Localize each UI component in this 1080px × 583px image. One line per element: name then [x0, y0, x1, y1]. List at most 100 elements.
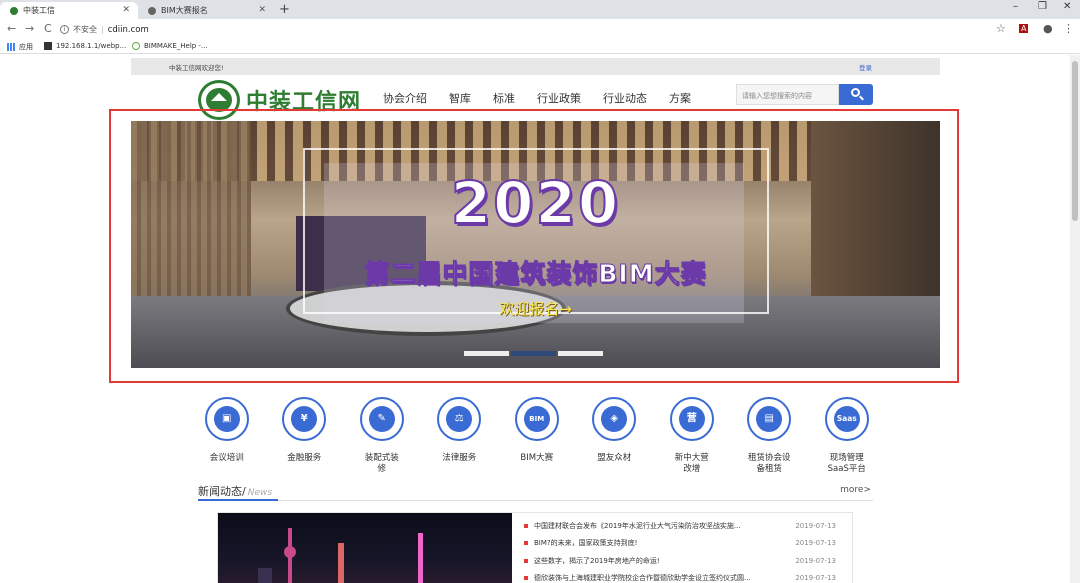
- news-item[interactable]: 这些数字，揭示了2019年房地产的命运! 2019-07-13: [524, 552, 844, 570]
- forward-button[interactable]: →: [25, 22, 34, 35]
- banner-signup-link[interactable]: 欢迎报名→: [131, 298, 940, 319]
- bim-icon: BIM: [523, 406, 550, 432]
- url-text: cdiin.com: [107, 24, 149, 35]
- info-icon[interactable]: i: [60, 25, 69, 34]
- bookmark-bimmake[interactable]: BIMMAKE_Help -...: [132, 42, 208, 50]
- service-meeting-training[interactable]: ▣ 会议培训: [188, 397, 266, 475]
- search-button[interactable]: [839, 84, 873, 105]
- service-label: 会议培训: [209, 453, 244, 463]
- news-item[interactable]: 中国建材联合会发布《2019年水泥行业大气污染防治攻坚战实施... 2019-0…: [524, 517, 844, 535]
- news-panel: 中国建材联合会发布《2019年水泥行业大气污染防治攻坚战实施... 2019-0…: [217, 512, 853, 583]
- news-title: 德欣装饰与上海城建职业学院校企合作暨德欣助学金设立签约仪式圆...: [534, 574, 751, 583]
- close-tab-icon[interactable]: ✕: [258, 5, 266, 15]
- news-title: BIM?的未来，国家政策支持到底!: [534, 539, 638, 548]
- scrollbar-thumb[interactable]: [1072, 61, 1078, 221]
- service-vat-reform[interactable]: 营 新中大营改增: [653, 397, 731, 475]
- service-label: 租赁协会设备租赁: [747, 453, 791, 474]
- rental-icon: ▤: [756, 406, 783, 432]
- hero-banner[interactable]: 2020 第二届中国建筑装饰BIM大赛 欢迎报名→: [131, 121, 940, 368]
- bookmark-label: 192.168.1.1/webp...: [56, 42, 127, 50]
- main-nav: 协会介绍 智库 标准 行业政策 行业动态 方案: [383, 90, 713, 106]
- new-tab-button[interactable]: +: [279, 2, 290, 17]
- hammer-icon: ✎: [368, 406, 395, 432]
- carousel-indicators: [464, 351, 605, 356]
- service-label: 盟友众材: [597, 453, 632, 463]
- news-title: 这些数字，揭示了2019年房地产的命运!: [534, 556, 660, 565]
- security-label: 不安全: [73, 25, 97, 34]
- nav-item-think-tank[interactable]: 智库: [449, 90, 471, 106]
- bullet-icon: [524, 558, 528, 563]
- news-city-image[interactable]: [218, 513, 512, 583]
- banner-year: 2020: [450, 168, 621, 238]
- service-equipment-rental[interactable]: ▤ 租赁协会设备租赁: [731, 397, 809, 475]
- news-list: 中国建材联合会发布《2019年水泥行业大气污染防治攻坚战实施... 2019-0…: [524, 517, 844, 583]
- tab-label: 中装工信: [23, 6, 55, 15]
- news-date: 2019-07-13: [795, 556, 836, 565]
- news-item[interactable]: BIM?的未来，国家政策支持到底! 2019-07-13: [524, 535, 844, 553]
- browser-tab-bar: 中装工信 ✕ BIM大赛报名 ✕ + – ❐ ✕: [0, 0, 1080, 19]
- carousel-dot-3[interactable]: [558, 351, 603, 356]
- close-tab-icon[interactable]: ✕: [122, 5, 130, 15]
- service-label: 装配式装修: [364, 453, 399, 474]
- page-scrollbar[interactable]: [1070, 55, 1080, 583]
- bookmark-label: BIMMAKE_Help -...: [144, 42, 208, 50]
- news-more-link[interactable]: more>: [840, 485, 871, 495]
- news-heading-en: News: [247, 488, 273, 498]
- banner-title: 第二届中国建筑装饰BIM大赛: [364, 259, 707, 289]
- carousel-dot-2[interactable]: [511, 351, 556, 356]
- menu-icon[interactable]: ⋮: [1063, 22, 1074, 35]
- material-icon: ◈: [601, 406, 628, 432]
- news-heading-underline: [198, 499, 278, 501]
- nav-item-policy[interactable]: 行业政策: [537, 90, 581, 106]
- search-icon: [851, 88, 860, 97]
- nav-item-about[interactable]: 协会介绍: [383, 90, 427, 106]
- apps-grid-icon: [7, 43, 15, 51]
- logo-house-icon: [211, 93, 227, 101]
- service-legal[interactable]: ⚖ 法律服务: [421, 397, 499, 475]
- news-date: 2019-07-13: [795, 521, 836, 530]
- news-header: 新闻动态/News more>: [198, 483, 873, 501]
- bookmarks-bar: 应用 192.168.1.1/webp... BIMMAKE_Help -...: [0, 40, 1080, 54]
- url-field[interactable]: i 不安全 | cdiin.com: [60, 21, 1020, 38]
- service-label: BIM大赛: [520, 453, 554, 463]
- bullet-icon: [524, 541, 528, 546]
- nav-item-standards[interactable]: 标准: [493, 90, 515, 106]
- service-icons: ▣ 会议培训 ¥ 金融服务 ✎ 装配式装修 ⚖ 法律服务 BIM BIM大赛 ◈…: [188, 397, 886, 475]
- search-input[interactable]: 请输入您想搜索的内容: [736, 84, 839, 105]
- tab-cdiin[interactable]: 中装工信 ✕: [0, 2, 138, 19]
- service-label: 现场管理SaaS平台: [827, 453, 866, 474]
- news-item[interactable]: 德欣装饰与上海城建职业学院校企合作暨德欣助学金设立签约仪式圆... 2019-0…: [524, 570, 844, 583]
- bookmark-apps[interactable]: 应用: [7, 42, 33, 52]
- maximize-button[interactable]: ❐: [1038, 1, 1047, 12]
- news-title: 中国建材联合会发布《2019年水泥行业大气污染防治攻坚战实施...: [534, 521, 741, 530]
- meeting-icon: ▣: [213, 406, 240, 432]
- service-finance[interactable]: ¥ 金融服务: [266, 397, 344, 475]
- welcome-text: 中装工信网欢迎您!: [169, 64, 224, 72]
- service-bim-contest[interactable]: BIM BIM大赛: [498, 397, 576, 475]
- router-icon: [44, 42, 52, 50]
- tab-bim-signup[interactable]: BIM大赛报名 ✕: [138, 2, 274, 19]
- bookmark-star-icon[interactable]: ☆: [996, 22, 1006, 35]
- minimize-button[interactable]: –: [1013, 1, 1018, 12]
- nav-item-solutions[interactable]: 方案: [669, 90, 691, 106]
- back-button[interactable]: ←: [7, 22, 16, 35]
- service-label: 法律服务: [442, 453, 477, 463]
- service-materials[interactable]: ◈ 盟友众材: [576, 397, 654, 475]
- login-link[interactable]: 登录: [859, 62, 872, 72]
- ying-icon: 营: [678, 406, 705, 432]
- carousel-dot-1[interactable]: [464, 351, 509, 356]
- service-saas-platform[interactable]: Saas 现场管理SaaS平台: [808, 397, 886, 475]
- globe-icon: [148, 6, 156, 15]
- address-bar: ← → C i 不安全 | cdiin.com: [0, 19, 1080, 40]
- pdf-extension-icon[interactable]: A: [1019, 24, 1029, 33]
- bookmark-label: 应用: [19, 43, 33, 51]
- account-icon[interactable]: ●: [1043, 22, 1053, 35]
- service-prefab-decoration[interactable]: ✎ 装配式装修: [343, 397, 421, 475]
- nav-item-news[interactable]: 行业动态: [603, 90, 647, 106]
- news-date: 2019-07-13: [795, 539, 836, 548]
- news-heading: 新闻动态/: [198, 485, 246, 498]
- reload-button[interactable]: C: [44, 22, 52, 35]
- close-window-button[interactable]: ✕: [1063, 1, 1071, 12]
- bookmark-router[interactable]: 192.168.1.1/webp...: [44, 42, 126, 50]
- bullet-icon: [524, 576, 528, 581]
